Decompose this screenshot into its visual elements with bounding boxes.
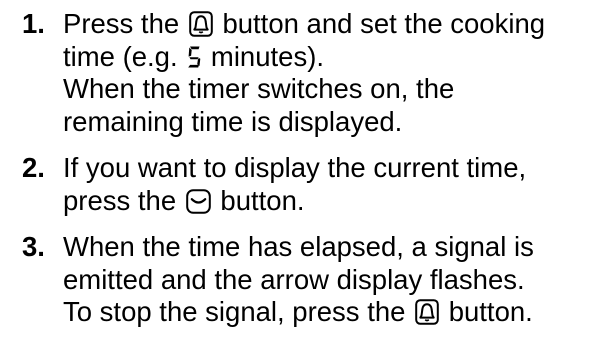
step-number: 3.	[22, 231, 45, 262]
step-text: If you want to display the current time,…	[63, 152, 590, 217]
seven-segment-digit-five	[187, 45, 201, 69]
text-segment: button and set the cooking	[222, 8, 546, 39]
text-segment: press the	[63, 184, 177, 216]
step-number: 1.	[22, 8, 45, 39]
bell-icon	[415, 299, 439, 325]
clock-display-icon	[185, 188, 211, 214]
instructions-page: 1. Press the button and set the cooking …	[0, 0, 598, 339]
text-segment: minutes).	[210, 40, 324, 72]
step-line: remaining time is displayed.	[63, 105, 403, 137]
text-segment: To stop the signal, press the	[63, 296, 406, 327]
step-line: emitted and the arrow display flashes.	[63, 263, 525, 295]
step-line: Press the button and set the cooking	[63, 8, 590, 41]
step-1: 1. Press the button and set the cooking …	[22, 8, 590, 138]
step-line: To stop the signal, press the button.	[63, 296, 590, 329]
bell-icon	[189, 11, 213, 37]
step-line: time (e.g. minutes).	[63, 41, 590, 74]
step-line: When the timer switches on, the	[63, 73, 455, 104]
text-segment: button.	[220, 184, 305, 216]
text-segment: time (e.g.	[63, 40, 178, 72]
step-3: 3. When the time has elapsed, a signal i…	[22, 231, 590, 329]
text-segment: button.	[448, 296, 533, 327]
step-number: 2.	[22, 152, 45, 183]
step-line: If you want to display the current time,	[63, 152, 527, 183]
step-line: When the time has elapsed, a signal is	[63, 231, 534, 262]
step-2: 2. If you want to display the current ti…	[22, 152, 590, 217]
text-segment: Press the	[63, 8, 180, 39]
step-text: When the time has elapsed, a signal is e…	[63, 231, 590, 329]
step-text: Press the button and set the cooking tim…	[63, 8, 590, 138]
step-line: press the button.	[63, 185, 590, 218]
